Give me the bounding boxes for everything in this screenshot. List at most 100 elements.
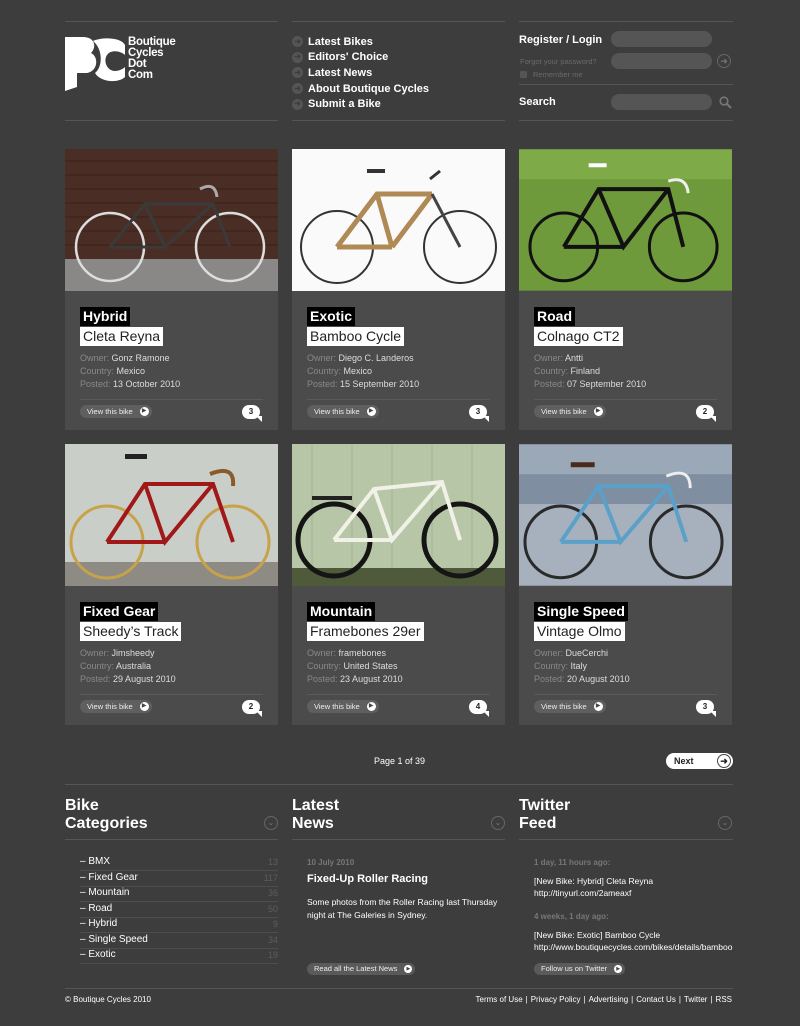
- section-title-line: Latest: [292, 797, 340, 814]
- comment-count-badge[interactable]: 3: [469, 405, 489, 422]
- categories-title: Bike Categories: [65, 797, 215, 833]
- tweet: [New Bike: Exotic] Bamboo Cycle http://w…: [534, 929, 733, 953]
- logo-text: Boutique Cycles Dot Com: [128, 36, 188, 81]
- view-bike-button[interactable]: View this bike ▶: [534, 405, 606, 418]
- comment-count-badge[interactable]: 3: [696, 700, 716, 717]
- collapse-icon[interactable]: ⌄: [491, 816, 505, 830]
- view-bike-button[interactable]: View this bike ▶: [534, 700, 606, 713]
- next-page-button[interactable]: Next ➜: [666, 753, 733, 769]
- news-headline[interactable]: Fixed-Up Roller Racing: [307, 873, 428, 885]
- category-item[interactable]: – Single Speed 34: [80, 933, 278, 949]
- footer-link-contact[interactable]: Contact Us: [636, 995, 676, 1004]
- meta-key: Country:: [534, 366, 569, 376]
- footer-link-twitter[interactable]: Twitter: [684, 995, 708, 1004]
- footer-link-advertising[interactable]: Advertising: [589, 995, 629, 1004]
- nav-latest-news[interactable]: ➜ Latest News: [292, 65, 478, 81]
- search-icon[interactable]: [719, 96, 732, 109]
- tweet-link[interactable]: http://www.boutiquecycles.com/bikes/deta…: [534, 941, 733, 953]
- twitter-title: Twitter Feed: [519, 797, 669, 833]
- bike-photo[interactable]: [519, 444, 732, 586]
- view-bike-button[interactable]: View this bike ▶: [80, 405, 152, 418]
- search-input[interactable]: [611, 94, 712, 110]
- arrow-right-icon: ▶: [593, 702, 603, 711]
- remember-me-checkbox[interactable]: [520, 71, 527, 78]
- category-count: 36: [267, 888, 278, 898]
- footer-link-rss[interactable]: RSS: [716, 995, 732, 1004]
- tweet-text: [New Bike: Exotic] Bamboo Cycle: [534, 930, 661, 940]
- bike-name[interactable]: Sheedy’s Track: [80, 622, 182, 641]
- category-count: 117: [263, 873, 278, 883]
- search-label: Search: [519, 96, 556, 108]
- nav-latest-bikes[interactable]: ➜ Latest Bikes: [292, 34, 478, 50]
- bike-photo[interactable]: [292, 444, 505, 586]
- bike-photo[interactable]: [292, 149, 505, 291]
- view-bike-button[interactable]: View this bike ▶: [80, 700, 152, 713]
- nav-label: Latest News: [308, 66, 373, 79]
- comment-count-badge[interactable]: 2: [242, 700, 262, 717]
- bike-photo[interactable]: [65, 149, 278, 291]
- login-submit-button[interactable]: ➜: [717, 54, 731, 68]
- tweet-time: 1 day, 11 hours ago:: [534, 858, 611, 867]
- category-item[interactable]: – Fixed Gear 117: [80, 871, 278, 887]
- category-count: 9: [272, 919, 278, 929]
- category-item[interactable]: – Exotic 19: [80, 948, 278, 964]
- view-bike-button[interactable]: View this bike ▶: [307, 405, 379, 418]
- bike-category[interactable]: Mountain: [307, 602, 376, 621]
- collapse-icon[interactable]: ⌄: [264, 816, 278, 830]
- bike-posted: Posted: 15 September 2010: [307, 379, 419, 389]
- bike-name[interactable]: Vintage Olmo: [534, 622, 625, 641]
- nav-editors-choice[interactable]: ➜ Editors' Choice: [292, 50, 478, 66]
- comment-count-badge[interactable]: 3: [242, 405, 262, 422]
- nav-about[interactable]: ➜ About Boutique Cycles: [292, 81, 478, 97]
- card-divider: [80, 694, 263, 695]
- bike-name[interactable]: Framebones 29er: [307, 622, 424, 641]
- bike-name[interactable]: Cleta Reyna: [80, 327, 164, 346]
- username-input[interactable]: [611, 31, 712, 47]
- footer-link-terms[interactable]: Terms of Use: [476, 995, 523, 1004]
- section-title-line: Feed: [519, 815, 557, 832]
- copyright: © Boutique Cycles 2010: [65, 995, 151, 1004]
- bike-posted: Posted: 23 August 2010: [307, 674, 403, 684]
- forgot-password-link[interactable]: Forgot your password?: [520, 57, 597, 66]
- meta-key: Country:: [80, 366, 115, 376]
- bike-category[interactable]: Road: [534, 307, 575, 326]
- section-rule: [65, 784, 733, 785]
- footer-rule: [65, 988, 733, 989]
- follow-twitter-button[interactable]: Follow us on Twitter ▶: [534, 963, 626, 975]
- meta-key: Country:: [80, 661, 115, 671]
- meta-key: Owner:: [534, 353, 564, 363]
- nav-label: Editors' Choice: [308, 51, 389, 64]
- news-body-line: night at The Galeries in Sydney.: [307, 910, 428, 920]
- read-news-button[interactable]: Read all the Latest News ▶: [307, 963, 416, 975]
- tweet-link[interactable]: http://tinyurl.com/2ameaxf: [534, 887, 733, 899]
- collapse-icon[interactable]: ⌄: [718, 816, 732, 830]
- bike-category[interactable]: Exotic: [307, 307, 356, 326]
- category-count: 13: [267, 857, 278, 867]
- nav-submit-bike[interactable]: ➜ Submit a Bike: [292, 96, 478, 112]
- bike-country: Country: United States: [307, 661, 398, 671]
- site-logo[interactable]: Boutique Cycles Dot Com: [65, 36, 188, 91]
- category-item[interactable]: – Hybrid 9: [80, 917, 278, 933]
- login-title[interactable]: Register / Login: [519, 34, 602, 46]
- section-rule: [292, 839, 505, 840]
- footer-link-privacy[interactable]: Privacy Policy: [531, 995, 581, 1004]
- category-item[interactable]: – Mountain 36: [80, 886, 278, 902]
- view-bike-button[interactable]: View this bike ▶: [307, 700, 379, 713]
- category-item[interactable]: – Road 50: [80, 902, 278, 918]
- news-date: 10 July 2010: [307, 858, 355, 867]
- bike-category[interactable]: Single Speed: [534, 602, 628, 621]
- bike-category[interactable]: Hybrid: [80, 307, 131, 326]
- bike-photo[interactable]: [65, 444, 278, 586]
- password-input[interactable]: [611, 53, 712, 69]
- bike-photo[interactable]: [519, 149, 732, 291]
- category-item[interactable]: – BMX 13: [80, 855, 278, 871]
- bike-name[interactable]: Bamboo Cycle: [307, 327, 405, 346]
- comment-count-badge[interactable]: 2: [696, 405, 716, 422]
- bike-category[interactable]: Fixed Gear: [80, 602, 159, 621]
- page-info: Page 1 of 39: [374, 756, 426, 766]
- comment-count-badge[interactable]: 4: [469, 700, 489, 717]
- meta-value: 23 August 2010: [340, 674, 403, 684]
- category-label: – Fixed Gear: [80, 872, 138, 883]
- bike-name[interactable]: Colnago CT2: [534, 327, 623, 346]
- meta-key: Country:: [307, 661, 342, 671]
